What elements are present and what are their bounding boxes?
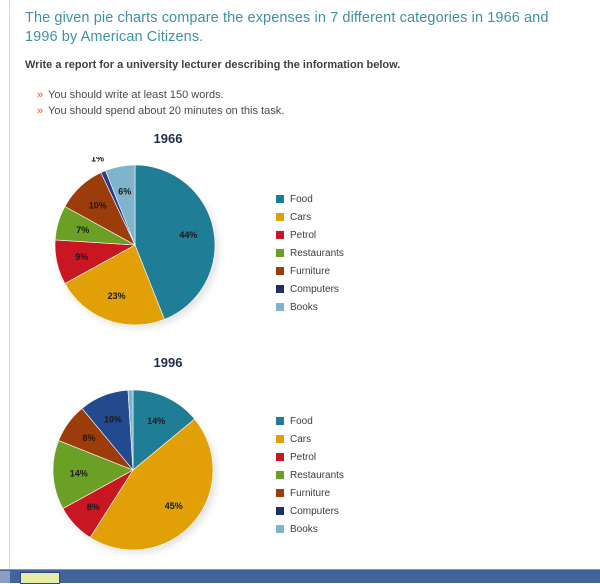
legend-swatch-restaurants [276, 249, 284, 257]
chart-legend-1996: Food Cars Petrol Restaurants Furniture C… [276, 412, 386, 538]
task-bullet-list: » You should write at least 150 words. »… [37, 88, 557, 120]
legend-label-cars: Cars [290, 211, 312, 223]
legend-swatch-food [276, 195, 284, 203]
slice-label-petrol: 8% [87, 502, 100, 512]
slice-label-cars: 23% [108, 291, 126, 301]
taskbar[interactable] [0, 569, 600, 584]
legend-item-petrol: Petrol [276, 226, 386, 244]
slice-label-computers: 1% [91, 157, 104, 163]
legend-swatch-petrol [276, 453, 284, 461]
legend-label-restaurants: Restaurants [290, 247, 344, 259]
legend-label-food: Food [290, 193, 313, 205]
legend-swatch-books [276, 525, 284, 533]
legend-label-furniture: Furniture [290, 265, 331, 277]
chart-title: 1966 [153, 131, 183, 146]
legend-swatch-food [276, 417, 284, 425]
legend-item-computers: Computers [276, 502, 386, 520]
slice-label-petrol: 9% [75, 252, 88, 262]
list-item: » You should write at least 150 words. [37, 88, 557, 102]
legend-label-books: Books [290, 301, 318, 313]
pie-chart-1996: 1996 14% 45% 8% 14% 8% 10% 1% Food Cars Petrol… [0, 350, 600, 570]
chevron-right-icon: » [37, 89, 44, 101]
legend-swatch-furniture [276, 489, 284, 497]
legend-item-computers: Computers [276, 280, 386, 298]
list-item-label: You should spend about 20 minutes on thi… [48, 105, 285, 117]
slice-label-books: 1% [123, 380, 136, 381]
pie-svg: 14% 45% 8% 14% 8% 10% 1% [52, 380, 216, 553]
legend-item-restaurants: Restaurants [276, 244, 386, 262]
pie-svg: 44% 23% 9% 7% 10% 1% 6% [54, 157, 218, 328]
start-button[interactable] [0, 571, 10, 583]
legend-item-books: Books [276, 520, 386, 538]
legend-swatch-restaurants [276, 471, 284, 479]
legend-swatch-computers [276, 507, 284, 515]
legend-swatch-furniture [276, 267, 284, 275]
task-instruction: Write a report for a university lecturer… [25, 59, 401, 71]
pie-canvas-1966: 44% 23% 9% 7% 10% 1% 6% [45, 157, 235, 337]
legend-swatch-cars [276, 435, 284, 443]
slice-label-cars: 45% [165, 501, 183, 511]
slice-label-food: 44% [179, 230, 197, 240]
slice-label-furniture: 8% [82, 433, 95, 443]
legend-swatch-petrol [276, 231, 284, 239]
legend-label-petrol: Petrol [290, 229, 317, 241]
legend-label-furniture: Furniture [290, 487, 331, 499]
slice-label-restaurants: 7% [76, 225, 89, 235]
legend-label-computers: Computers [290, 283, 339, 295]
legend-item-furniture: Furniture [276, 484, 386, 502]
pie-canvas-1996: 14% 45% 8% 14% 8% 10% 1% [45, 380, 235, 560]
page-title: The given pie charts compare the expense… [25, 10, 549, 45]
legend-label-petrol: Petrol [290, 451, 317, 463]
document-page: The given pie charts compare the expense… [0, 0, 600, 570]
chevron-right-icon: » [37, 105, 44, 117]
pie-chart-1966: 1966 44% 23% 9% 7% 10% 1% 6% Food Cars Petrol … [0, 125, 600, 345]
legend-item-cars: Cars [276, 430, 386, 448]
taskbar-window-button[interactable] [20, 572, 60, 584]
legend-label-computers: Computers [290, 505, 339, 517]
slice-label-books: 6% [118, 187, 131, 197]
legend-item-restaurants: Restaurants [276, 466, 386, 484]
legend-item-food: Food [276, 412, 386, 430]
legend-label-restaurants: Restaurants [290, 469, 344, 481]
legend-label-books: Books [290, 523, 318, 535]
chart-title: 1996 [153, 355, 183, 370]
list-item: » You should spend about 20 minutes on t… [37, 104, 557, 118]
chart-legend-1966: Food Cars Petrol Restaurants Furniture C… [276, 190, 386, 316]
legend-item-cars: Cars [276, 208, 386, 226]
slice-label-restaurants: 14% [70, 468, 88, 478]
slice-label-food: 14% [147, 416, 165, 426]
slice-label-computers: 10% [104, 414, 122, 424]
legend-label-food: Food [290, 415, 313, 427]
legend-item-food: Food [276, 190, 386, 208]
legend-item-furniture: Furniture [276, 262, 386, 280]
legend-swatch-computers [276, 285, 284, 293]
legend-label-cars: Cars [290, 433, 312, 445]
slice-label-furniture: 10% [89, 200, 107, 210]
list-item-label: You should write at least 150 words. [48, 89, 224, 101]
legend-swatch-books [276, 303, 284, 311]
legend-item-books: Books [276, 298, 386, 316]
legend-item-petrol: Petrol [276, 448, 386, 466]
legend-swatch-cars [276, 213, 284, 221]
